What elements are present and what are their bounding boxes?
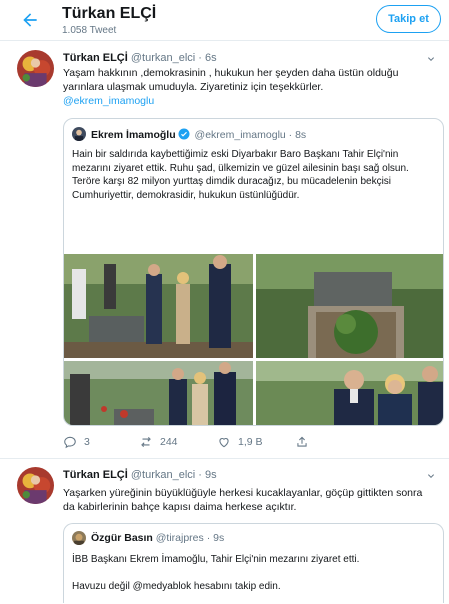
tweet-time[interactable]: · 9s (198, 469, 216, 481)
photo-4[interactable] (256, 361, 444, 426)
quoted-author-handle[interactable]: @ekrem_imamoglu (195, 129, 286, 141)
photo-2[interactable] (256, 254, 444, 358)
quoted-tweet[interactable]: Ekrem İmamoğlu @ekrem_imamoglu · 8s Hain… (63, 118, 444, 426)
author-handle[interactable]: @turkan_elci (131, 469, 195, 481)
mention-link[interactable]: @ekrem_imamoglu (63, 94, 435, 108)
profile-name: Türkan ELÇİ (62, 5, 157, 22)
tweet[interactable]: Türkan ELÇİ @turkan_elci · 6s Yaşam hakk… (0, 41, 449, 459)
tweet-text: Yaşarken yüreğinin büyüklüğüyle herkesi … (63, 487, 423, 513)
tweet-meta: Türkan ELÇİ @turkan_elci · 9s (63, 469, 217, 481)
retweet-action[interactable]: 244 (139, 435, 178, 449)
author-handle[interactable]: @turkan_elci (131, 52, 195, 64)
tweet-body: Yaşam hakkının ,demokrasinin , hukukun h… (63, 67, 399, 93)
heart-icon (219, 438, 229, 448)
chevron-down-icon[interactable] (425, 470, 437, 482)
author-name[interactable]: Türkan ELÇİ (63, 469, 128, 481)
chevron-down-icon[interactable] (425, 53, 437, 65)
reply-icon (64, 436, 76, 449)
tweet-count: 1.058 Tweet (62, 25, 117, 36)
tweet-time[interactable]: · 6s (198, 52, 216, 64)
tweet-actions: 3 244 1,9 B (63, 435, 435, 451)
quoted-meta: Özgür Basın @tirajpres · 9s (91, 532, 224, 544)
photo-3[interactable] (64, 361, 253, 426)
verified-badge-icon (178, 128, 190, 140)
author-name[interactable]: Türkan ELÇİ (63, 52, 128, 64)
reply-action[interactable]: 3 (63, 435, 90, 449)
retweet-icon (141, 436, 151, 448)
quoted-text-line-1: İBB Başkanı Ekrem İmamoğlu, Tahir Elçi'n… (72, 554, 360, 565)
avatar-image (17, 50, 54, 87)
quoted-meta: Ekrem İmamoğlu @ekrem_imamoglu · 8s (91, 128, 306, 141)
quoted-avatar[interactable] (72, 127, 86, 141)
retweet-count: 244 (160, 436, 178, 448)
quoted-author-handle[interactable]: @tirajpres (156, 532, 204, 544)
quoted-text-line-2: Havuzu değil @medyablok hesabını takip e… (72, 581, 281, 592)
share-icon (297, 436, 307, 447)
like-action[interactable]: 1,9 B (217, 435, 263, 449)
tweet[interactable]: Türkan ELÇİ @turkan_elci · 9s Yaşarken y… (0, 459, 449, 604)
avatar[interactable] (17, 50, 54, 87)
quoted-time[interactable]: · 9s (207, 532, 225, 544)
back-arrow-icon[interactable] (20, 10, 40, 30)
photo-grid[interactable] (64, 254, 444, 426)
avatar-image (17, 467, 54, 504)
quoted-avatar[interactable] (72, 531, 86, 545)
quoted-author-name[interactable]: Özgür Basın (91, 532, 153, 544)
tweet-meta: Türkan ELÇİ @turkan_elci · 6s (63, 52, 217, 64)
follow-button[interactable]: Takip et (376, 5, 441, 33)
profile-header: Türkan ELÇİ 1.058 Tweet Takip et (0, 0, 449, 41)
quoted-time[interactable]: · 8s (289, 129, 307, 141)
reply-count: 3 (84, 436, 90, 448)
avatar[interactable] (17, 467, 54, 504)
quoted-tweet[interactable]: Özgür Basın @tirajpres · 9s İBB Başkanı … (63, 523, 444, 603)
photo-1[interactable] (64, 254, 253, 358)
tweet-text: Yaşam hakkının ,demokrasinin , hukukun h… (63, 66, 435, 108)
quoted-author-name[interactable]: Ekrem İmamoğlu (91, 129, 176, 141)
share-action[interactable] (295, 435, 309, 449)
quoted-text: Hain bir saldırıda kaybettiğimiz eski Di… (72, 149, 409, 201)
like-count: 1,9 B (238, 436, 263, 448)
